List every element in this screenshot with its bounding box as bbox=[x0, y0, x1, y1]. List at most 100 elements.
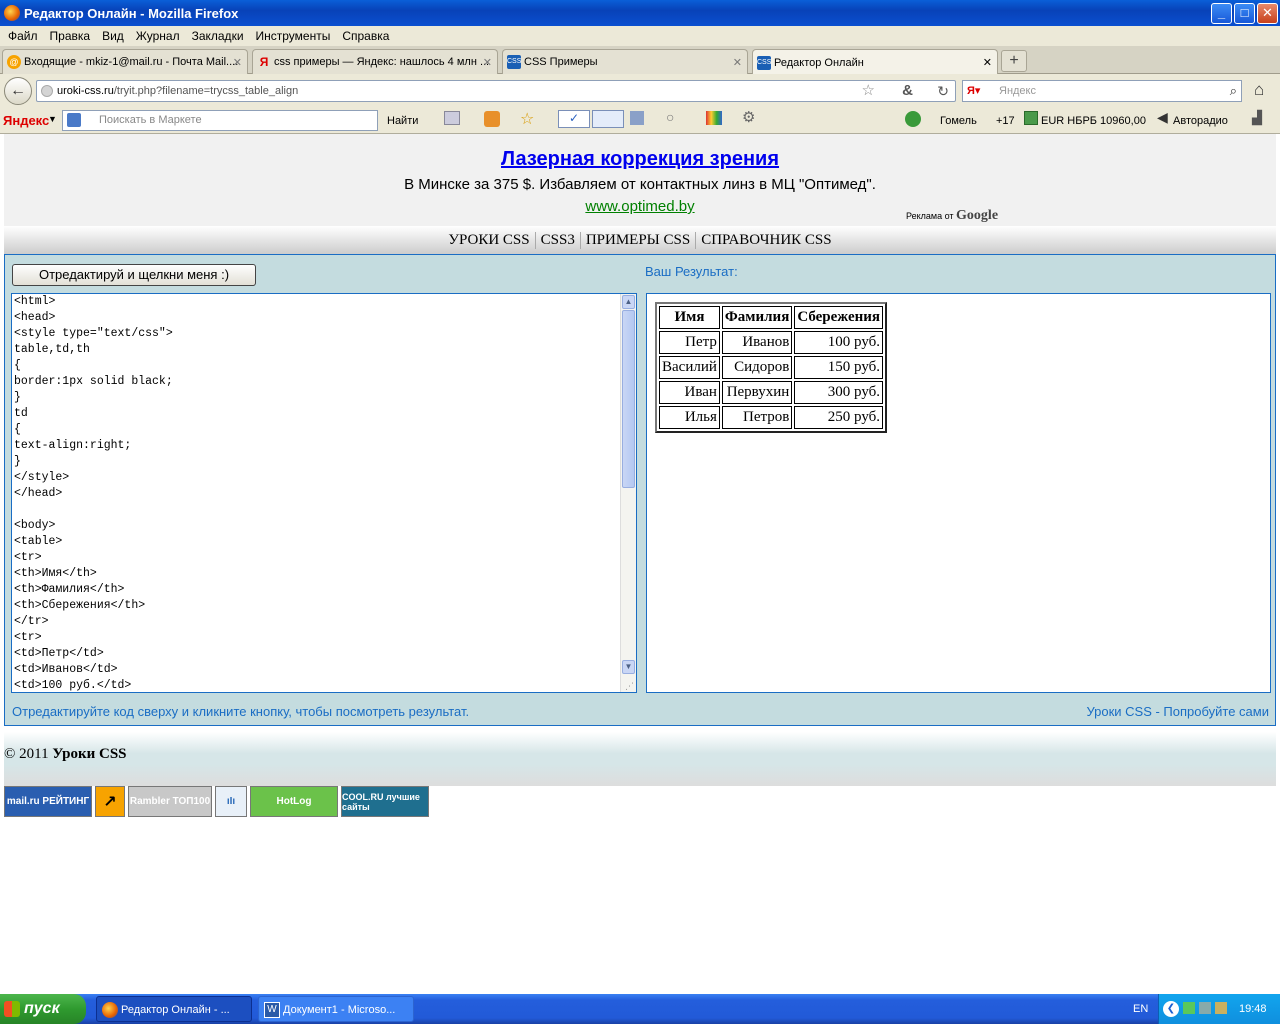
ads-by-google[interactable]: Реклама от Google bbox=[906, 208, 998, 224]
tab-close-icon[interactable]: ✕ bbox=[733, 56, 742, 69]
nav-lessons-css[interactable]: УРОКИ CSS bbox=[443, 231, 536, 249]
stat-counter[interactable]: ıIı bbox=[215, 786, 247, 817]
code-scrollbar[interactable]: ▲ ▼ bbox=[620, 294, 636, 692]
mailru-counter[interactable]: mail.ru РЕЙТИНГ bbox=[4, 786, 92, 817]
css-icon: CSS bbox=[507, 55, 521, 69]
gear-icon[interactable]: ⚙ bbox=[742, 108, 755, 126]
coolru-counter[interactable]: COOL.RU лучшие сайты bbox=[341, 786, 429, 817]
start-button[interactable]: пуск bbox=[0, 994, 86, 1024]
yandex-toolbar: Яндекс ▼ Поискать в Маркете Найти ☆ ✓ ○ … bbox=[0, 107, 1280, 134]
translate-options-icon[interactable] bbox=[630, 111, 644, 125]
tab-close-icon[interactable]: ✕ bbox=[233, 56, 242, 69]
city-label[interactable]: Гомель bbox=[940, 115, 977, 127]
menu-edit[interactable]: Правка bbox=[44, 29, 97, 43]
star-toolbar-icon[interactable]: ☆ bbox=[520, 109, 534, 129]
css-icon: CSS bbox=[757, 55, 771, 70]
reload-icon[interactable]: ↻ bbox=[937, 81, 949, 101]
back-button[interactable]: ← bbox=[4, 77, 32, 105]
translate-icon[interactable] bbox=[592, 110, 624, 128]
scroll-up-icon[interactable]: ▲ bbox=[622, 295, 635, 309]
yandex-logo[interactable]: Яндекс bbox=[3, 113, 49, 128]
nav-reference-css[interactable]: СПРАВОЧНИК CSS bbox=[696, 232, 836, 249]
result-frame: Имя Фамилия Сбережения Петр Иванов 100 р… bbox=[646, 293, 1271, 693]
apps-icon[interactable] bbox=[706, 111, 722, 125]
counters-row: mail.ru РЕЙТИНГ ↗ Rambler ТОП100 ıIı Hot… bbox=[4, 786, 429, 818]
yandex-icon: Я bbox=[259, 55, 269, 69]
speaker-icon[interactable]: ◀ bbox=[1157, 109, 1168, 126]
search-placeholder: Яндекс bbox=[999, 85, 1036, 97]
tab-close-icon[interactable]: ✕ bbox=[483, 56, 492, 69]
url-path: /tryit.php?filename=trycss_table_align bbox=[113, 85, 299, 97]
magnifier-icon[interactable]: ⌕ bbox=[1230, 81, 1237, 101]
rambler-counter[interactable]: Rambler ТОП100 bbox=[128, 786, 212, 817]
menu-help[interactable]: Справка bbox=[336, 29, 395, 43]
cell: Иван bbox=[659, 381, 720, 404]
new-tab-button[interactable]: + bbox=[1001, 50, 1027, 72]
yandex-search-icon: Я▾ bbox=[967, 85, 981, 97]
menu-history[interactable]: Журнал bbox=[130, 29, 186, 43]
minimize-button[interactable]: _ bbox=[1211, 3, 1232, 24]
tab-label: css примеры — Яндекс: нашлось 4 млн ... bbox=[274, 56, 490, 68]
weather-key-icon[interactable] bbox=[905, 111, 921, 127]
tab-mail[interactable]: @ Входящие - mkiz-1@mail.ru - Почта Mail… bbox=[2, 49, 248, 74]
editor-footer-link[interactable]: Уроки CSS - Попробуйте сами bbox=[1086, 704, 1269, 719]
clock[interactable]: 19:48 bbox=[1239, 1003, 1267, 1015]
ampersand-icon[interactable]: & bbox=[902, 81, 913, 101]
find-button[interactable]: Найти bbox=[387, 115, 418, 127]
editor-panel: Отредактируй и щелкни меня :) Ваш Резуль… bbox=[4, 254, 1276, 726]
resize-grip-icon[interactable]: ⋰ bbox=[625, 681, 634, 692]
hotlog-counter[interactable]: HotLog bbox=[250, 786, 338, 817]
taskbar-word[interactable]: W Документ1 - Microso... bbox=[258, 996, 414, 1022]
scroll-thumb[interactable] bbox=[622, 310, 635, 488]
currency-icon bbox=[1024, 111, 1038, 125]
bookmark-star-icon[interactable]: ☆ bbox=[862, 81, 875, 101]
ad-title-link[interactable]: Лазерная коррекция зрения bbox=[4, 148, 1276, 171]
system-tray: ❮ 19:48 bbox=[1158, 994, 1280, 1024]
comment-icon[interactable]: ○ bbox=[666, 109, 674, 125]
scroll-down-icon[interactable]: ▼ bbox=[622, 660, 635, 674]
cell: Сидоров bbox=[721, 356, 793, 379]
spellcheck-icon[interactable]: ✓ bbox=[558, 110, 590, 128]
header-name: Имя bbox=[659, 306, 720, 329]
tray-security-icon[interactable] bbox=[1215, 1002, 1227, 1014]
language-indicator[interactable]: EN bbox=[1133, 1003, 1148, 1015]
liveinternet-counter[interactable]: ↗ bbox=[95, 786, 125, 817]
ad-url-link[interactable]: www.optimed.by bbox=[4, 198, 1276, 215]
mail-toolbar-icon[interactable] bbox=[444, 111, 460, 125]
cell: 100 руб. bbox=[794, 331, 884, 354]
code-textarea[interactable]: <html> <head> <style type="text/css"> ta… bbox=[11, 293, 637, 693]
code-text[interactable]: <html> <head> <style type="text/css"> ta… bbox=[14, 294, 173, 692]
mail-icon: @ bbox=[7, 55, 21, 69]
tab-yandex[interactable]: Я css примеры — Яндекс: нашлось 4 млн ..… bbox=[252, 49, 498, 74]
nav-css3[interactable]: CSS3 bbox=[536, 231, 581, 249]
nav-examples-css[interactable]: ПРИМЕРЫ CSS bbox=[581, 231, 697, 249]
close-window-button[interactable]: ✕ bbox=[1257, 3, 1278, 24]
header-surname: Фамилия bbox=[721, 306, 793, 329]
radio-label[interactable]: Авторадио bbox=[1173, 115, 1228, 127]
menu-bookmarks[interactable]: Закладки bbox=[186, 29, 250, 43]
maximize-button[interactable]: □ bbox=[1234, 3, 1255, 24]
chevron-down-icon[interactable]: ▼ bbox=[48, 114, 57, 124]
tray-expand-icon[interactable]: ❮ bbox=[1163, 1001, 1179, 1017]
tab-editor-online[interactable]: CSS Редактор Онлайн ✕ bbox=[752, 49, 998, 75]
network-icon[interactable] bbox=[1199, 1002, 1211, 1014]
taskbar-firefox[interactable]: Редактор Онлайн - ... bbox=[96, 996, 252, 1022]
tab-close-icon[interactable]: ✕ bbox=[983, 56, 992, 69]
tab-label: Входящие - mkiz-1@mail.ru - Почта Mail..… bbox=[24, 56, 239, 68]
menu-file[interactable]: Файл bbox=[2, 29, 44, 43]
currency-label[interactable]: EUR НБРБ 10960,00 bbox=[1041, 115, 1146, 127]
market-search-input[interactable]: Поискать в Маркете bbox=[62, 110, 378, 131]
bookmarks-toolbar-icon[interactable] bbox=[484, 111, 500, 127]
tray-app-icon[interactable] bbox=[1183, 1002, 1195, 1014]
market-icon bbox=[67, 113, 81, 127]
tab-css-examples[interactable]: CSS CSS Примеры ✕ bbox=[502, 49, 748, 74]
search-field[interactable]: Я▾ Яндекс ⌕ bbox=[962, 80, 1242, 102]
ad-text: В Минске за 375 $. Избавляем от контактн… bbox=[404, 176, 876, 193]
menu-view[interactable]: Вид bbox=[96, 29, 130, 43]
run-button[interactable]: Отредактируй и щелкни меня :) bbox=[12, 264, 256, 286]
temperature-label[interactable]: +17 bbox=[996, 115, 1015, 127]
firefox-icon bbox=[102, 1002, 118, 1018]
menu-tools[interactable]: Инструменты bbox=[250, 29, 337, 43]
url-bar[interactable]: uroki-css.ru/tryit.php?filename=trycss_t… bbox=[36, 80, 956, 102]
home-icon[interactable]: ⌂ bbox=[1254, 80, 1264, 100]
